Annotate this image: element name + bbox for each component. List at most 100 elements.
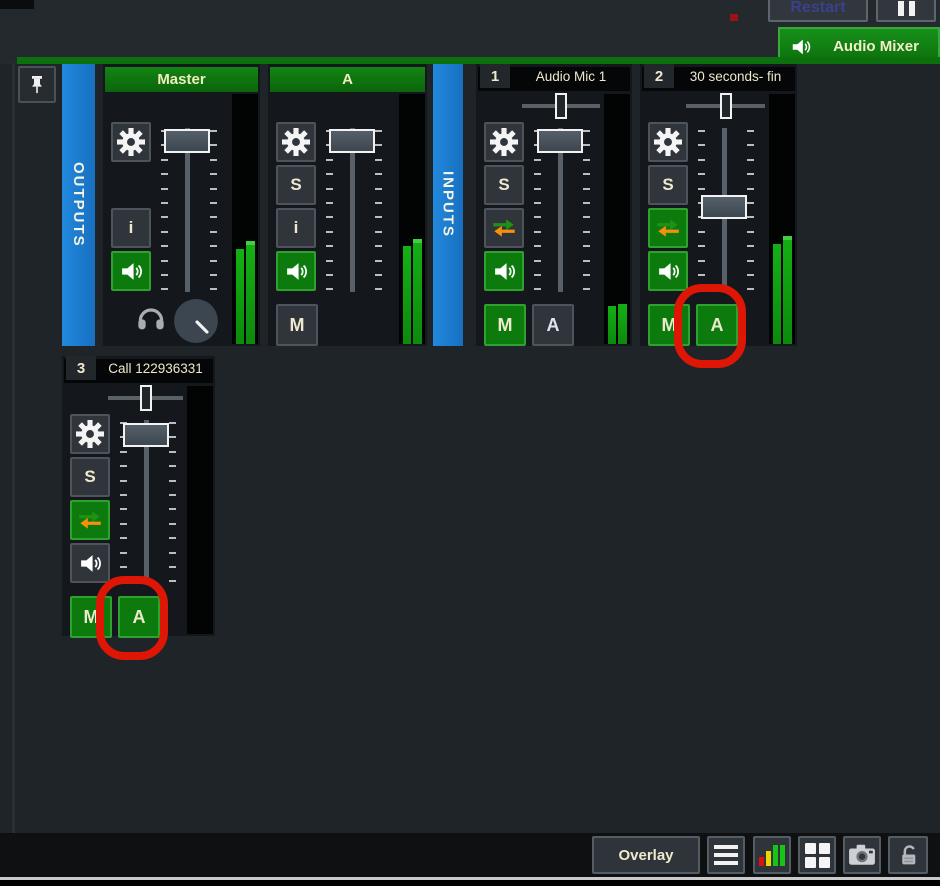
mute-button[interactable]: M bbox=[648, 304, 690, 346]
solo-button[interactable]: S bbox=[70, 457, 110, 497]
speaker-mute-button[interactable] bbox=[276, 251, 316, 291]
fader-tick bbox=[534, 231, 541, 233]
multiview-button[interactable] bbox=[798, 836, 836, 874]
fader-tick bbox=[210, 216, 217, 218]
volume-fader-handle[interactable] bbox=[537, 129, 583, 153]
fader-tick bbox=[698, 231, 705, 233]
fader-tick bbox=[169, 552, 176, 554]
fader-tick bbox=[534, 245, 541, 247]
vu-meter-bar bbox=[608, 306, 616, 344]
overlay-button[interactable]: Overlay bbox=[592, 836, 700, 874]
fader-tick bbox=[120, 508, 127, 510]
fader-tick bbox=[120, 552, 127, 554]
fader-tick bbox=[375, 274, 382, 276]
settings-gear-button[interactable] bbox=[276, 122, 316, 162]
mute-button-label: M bbox=[84, 607, 99, 628]
automix-button-label: A bbox=[711, 315, 724, 336]
restart-button[interactable]: Restart bbox=[768, 0, 868, 22]
speaker-mute-button[interactable] bbox=[111, 251, 151, 291]
balance-slider-handle[interactable] bbox=[720, 93, 732, 119]
fader-tick bbox=[747, 231, 754, 233]
channel-number: 1 bbox=[480, 64, 510, 88]
channel-number: 3 bbox=[66, 356, 96, 380]
fader-tick bbox=[747, 159, 754, 161]
fader-tick bbox=[747, 274, 754, 276]
headphone-volume-knob[interactable] bbox=[173, 298, 219, 349]
vu-meter-bar bbox=[246, 241, 255, 344]
settings-gear-button[interactable] bbox=[111, 122, 151, 162]
fader-tick bbox=[534, 173, 541, 175]
snapshot-camera-icon bbox=[848, 843, 876, 867]
settings-gear-button[interactable] bbox=[70, 414, 110, 454]
vmix-audio-mixer-window: Restart Audio Mixer OUTPUTS INPUTS Maste… bbox=[0, 0, 940, 886]
fader-tick bbox=[169, 422, 176, 424]
fader-tick bbox=[534, 260, 541, 262]
vu-meter-bar bbox=[773, 244, 781, 344]
loop-arrows-button[interactable] bbox=[70, 500, 110, 540]
fader-tick bbox=[534, 216, 541, 218]
fader-tick bbox=[747, 202, 754, 204]
vu-meter-bar bbox=[236, 249, 244, 344]
fader-tick bbox=[326, 260, 333, 262]
vu-meter-bar bbox=[783, 236, 792, 344]
bottom-toolbar: Overlay bbox=[0, 833, 940, 877]
solo-button[interactable]: S bbox=[484, 165, 524, 205]
fader-tick bbox=[120, 480, 127, 482]
automix-button[interactable]: A bbox=[118, 596, 160, 638]
fader-tick bbox=[583, 173, 590, 175]
info-button[interactable]: i bbox=[111, 208, 151, 248]
snapshot-button[interactable] bbox=[843, 836, 881, 874]
vu-meter bbox=[604, 94, 630, 344]
loop-arrows-button[interactable] bbox=[484, 208, 524, 248]
speaker-mute-button[interactable] bbox=[648, 251, 688, 291]
info-button[interactable]: i bbox=[276, 208, 316, 248]
fader-tick bbox=[210, 274, 217, 276]
lock-button[interactable] bbox=[888, 836, 928, 874]
channel-title-bus-a: A bbox=[270, 67, 425, 92]
fader-tick bbox=[161, 231, 168, 233]
settings-gear-button[interactable] bbox=[648, 122, 688, 162]
volume-fader-handle[interactable] bbox=[123, 423, 169, 447]
fader-tick bbox=[326, 245, 333, 247]
speaker-mute-button[interactable] bbox=[70, 543, 110, 583]
mute-button[interactable]: M bbox=[276, 304, 318, 346]
fader-tick bbox=[169, 451, 176, 453]
fader-tick bbox=[120, 523, 127, 525]
solo-button-label: S bbox=[290, 175, 301, 195]
balance-slider-handle[interactable] bbox=[140, 385, 152, 411]
audio-meters-button[interactable] bbox=[753, 836, 791, 874]
menu-icon bbox=[714, 845, 738, 865]
fader-tick bbox=[326, 188, 333, 190]
balance-slider-handle[interactable] bbox=[555, 93, 567, 119]
automix-button-label: A bbox=[547, 315, 560, 336]
volume-fader-handle[interactable] bbox=[701, 195, 747, 219]
vu-meter-bar bbox=[618, 304, 627, 344]
pin-panel-button[interactable] bbox=[18, 66, 56, 103]
loop-arrows-button[interactable] bbox=[648, 208, 688, 248]
fader-tick bbox=[698, 144, 705, 146]
fader-tick bbox=[375, 202, 382, 204]
channel-title-input-3: Call 122936331 bbox=[98, 356, 213, 380]
speaker-icon bbox=[790, 36, 812, 58]
fader-tick bbox=[210, 260, 217, 262]
fader-tick bbox=[698, 188, 705, 190]
vu-meter-peak bbox=[246, 241, 255, 245]
solo-button[interactable]: S bbox=[276, 165, 316, 205]
fader-tick bbox=[210, 202, 217, 204]
volume-fader-handle[interactable] bbox=[329, 129, 375, 153]
settings-gear-button[interactable] bbox=[484, 122, 524, 162]
automix-button[interactable]: A bbox=[532, 304, 574, 346]
fader-tick bbox=[583, 159, 590, 161]
pause-button[interactable] bbox=[876, 0, 936, 22]
fader-tick bbox=[583, 130, 590, 132]
mute-button[interactable]: M bbox=[484, 304, 526, 346]
speaker-mute-button[interactable] bbox=[484, 251, 524, 291]
automix-button[interactable]: A bbox=[696, 304, 738, 346]
fader-tick bbox=[161, 245, 168, 247]
solo-button[interactable]: S bbox=[648, 165, 688, 205]
mute-button[interactable]: M bbox=[70, 596, 112, 638]
fader-tick bbox=[120, 451, 127, 453]
menu-button[interactable] bbox=[707, 836, 745, 874]
volume-fader-handle[interactable] bbox=[164, 129, 210, 153]
fader-tick bbox=[120, 566, 127, 568]
